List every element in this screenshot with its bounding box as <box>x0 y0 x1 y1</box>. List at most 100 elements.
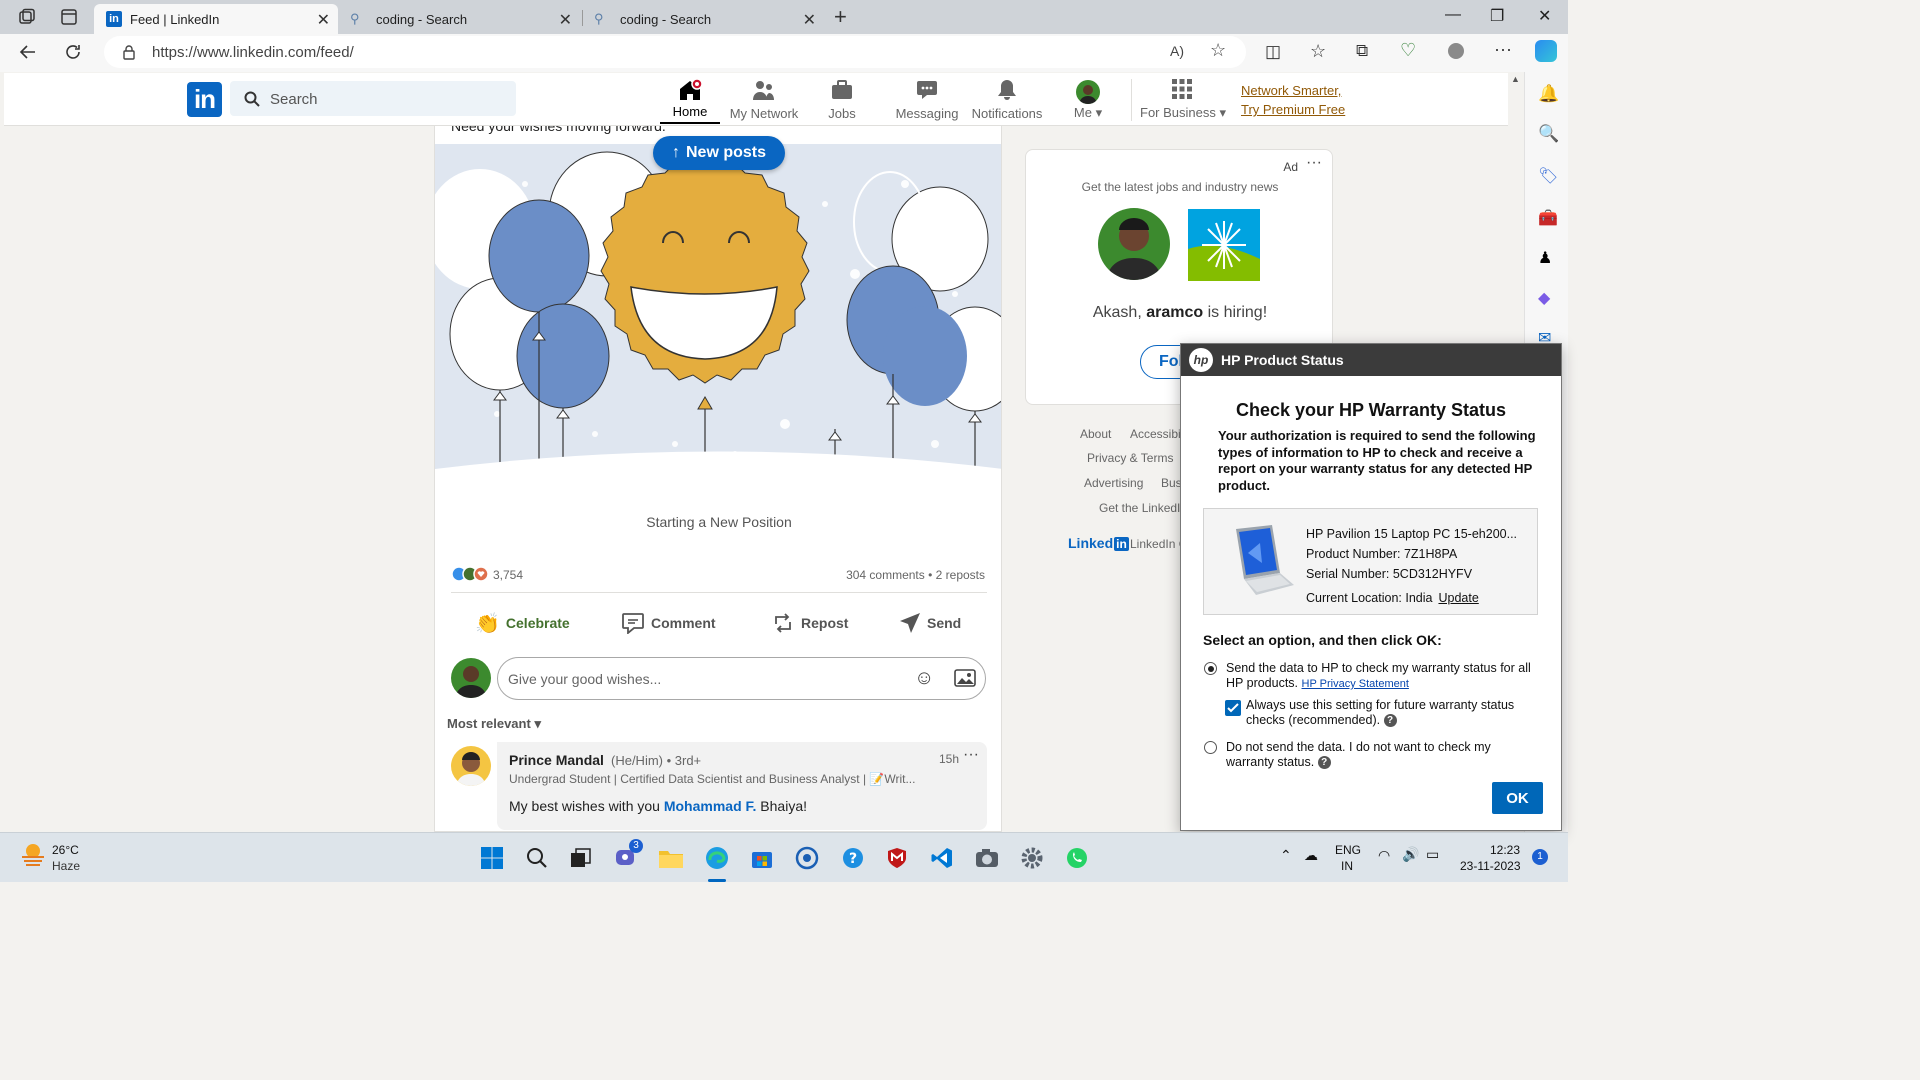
language-line-1[interactable]: ENG <box>1335 843 1361 857</box>
address-bar[interactable]: https://www.linkedin.com/feed/ A) ☆ <box>104 36 1246 68</box>
sort-comments-dropdown[interactable]: Most relevant ▾ <box>447 716 541 732</box>
file-explorer-icon[interactable] <box>656 843 686 873</box>
nav-my-network[interactable]: My Network <box>726 76 802 124</box>
refresh-icon[interactable] <box>63 42 83 62</box>
send-button[interactable]: Send <box>899 606 961 640</box>
back-icon[interactable] <box>18 42 38 62</box>
new-tab-icon[interactable]: + <box>834 4 847 30</box>
comment-repost-stats[interactable]: 304 comments • 2 reposts <box>846 568 985 582</box>
send-data-radio[interactable] <box>1204 662 1217 675</box>
vscode-icon[interactable] <box>927 843 957 873</box>
start-icon[interactable] <box>477 843 507 873</box>
collections-icon[interactable]: ⧉ <box>1356 41 1368 61</box>
read-aloud-icon[interactable]: A) <box>1170 43 1184 59</box>
notification-badge[interactable]: 1 <box>1532 849 1548 865</box>
new-posts-button[interactable]: ↑ New posts <box>653 136 785 170</box>
maximize-icon[interactable]: ❐ <box>1490 6 1504 26</box>
try-premium-link[interactable]: Network Smarter, Try Premium Free <box>1241 81 1345 119</box>
hp-support-icon[interactable] <box>792 843 822 873</box>
task-view-icon[interactable] <box>566 843 596 873</box>
search-icon[interactable]: 🔍 <box>1538 124 1559 144</box>
workspaces-icon[interactable] <box>18 8 36 26</box>
comment-input[interactable]: Give your good wishes... ☺ <box>497 657 986 700</box>
scroll-up-icon[interactable]: ▲ <box>1511 74 1520 84</box>
wifi-icon[interactable]: ◠ <box>1378 847 1390 864</box>
close-tab-icon[interactable]: ✕ <box>559 10 572 30</box>
chat-icon[interactable]: 3 <box>611 839 643 873</box>
nav-for-business[interactable]: For Business ▾ <box>1140 76 1226 124</box>
ok-button[interactable]: OK <box>1492 782 1543 814</box>
favorites-icon[interactable]: ☆ <box>1310 41 1326 62</box>
nav-messaging[interactable]: Messaging <box>892 76 962 124</box>
lock-icon[interactable] <box>122 44 136 60</box>
footer-privacy-link[interactable]: Privacy & Terms <box>1087 451 1173 465</box>
games-icon[interactable]: ♟ <box>1538 248 1552 268</box>
nav-home[interactable]: Home <box>660 76 720 124</box>
browser-essentials-icon[interactable]: ♡ <box>1400 40 1416 61</box>
microsoft-store-icon[interactable] <box>747 843 777 873</box>
onedrive-icon[interactable]: ☁ <box>1304 847 1318 864</box>
linkedin-logo[interactable]: in <box>187 82 222 117</box>
profile-icon[interactable] <box>1448 43 1464 59</box>
nav-jobs[interactable]: Jobs <box>816 76 868 124</box>
more-options-icon[interactable]: ··· <box>1306 154 1322 172</box>
volume-icon[interactable]: 🔊 <box>1402 846 1419 863</box>
favorite-star-icon[interactable]: ☆ <box>1210 40 1226 61</box>
close-window-icon[interactable]: ✕ <box>1538 6 1551 26</box>
comment-button[interactable]: Comment <box>621 606 716 640</box>
close-tab-icon[interactable]: ✕ <box>317 10 330 30</box>
avatar[interactable] <box>451 746 491 786</box>
celebrate-button[interactable]: 👏 Celebrate <box>475 606 570 640</box>
language-line-2[interactable]: IN <box>1341 859 1353 873</box>
nav-notifications[interactable]: Notifications <box>968 76 1046 124</box>
weather-widget[interactable]: 26°C Haze <box>20 841 80 873</box>
bell-icon[interactable]: 🔔 <box>1538 84 1559 104</box>
image-icon[interactable] <box>954 669 976 687</box>
tab-coding-search-1[interactable]: ⚲ coding - Search ✕ <box>340 4 580 34</box>
reaction-icons[interactable] <box>451 566 495 582</box>
always-use-checkbox[interactable] <box>1225 700 1241 716</box>
search-icon[interactable] <box>522 843 552 873</box>
help-icon[interactable]: ? <box>1383 714 1397 728</box>
do-not-send-option[interactable]: Do not send the data. I do not want to c… <box>1226 740 1516 770</box>
send-data-option[interactable]: Send the data to HP to check my warranty… <box>1226 661 1536 692</box>
copilot-icon[interactable] <box>1535 40 1557 62</box>
tab-coding-search-2[interactable]: ⚲ coding - Search ✕ <box>584 4 824 34</box>
reaction-count[interactable]: 3,754 <box>493 568 523 582</box>
tab-actions-icon[interactable] <box>60 8 78 26</box>
split-screen-icon[interactable]: ◫ <box>1265 42 1281 62</box>
shopping-tag-icon[interactable]: 🏷 <box>1538 166 1558 186</box>
battery-icon[interactable]: ▭ <box>1426 846 1439 863</box>
clock-date[interactable]: 23-11-2023 <box>1460 859 1521 873</box>
tools-icon[interactable]: 🧰 <box>1538 208 1558 228</box>
celebration-illustration[interactable] <box>435 144 1001 486</box>
help-icon[interactable]: ? <box>1317 756 1331 770</box>
do-not-send-radio[interactable] <box>1204 741 1217 754</box>
mcafee-icon[interactable] <box>882 843 912 873</box>
chevron-up-icon[interactable]: ⌃ <box>1280 847 1292 864</box>
camera-icon[interactable] <box>972 843 1002 873</box>
privacy-statement-link[interactable]: HP Privacy Statement <box>1302 678 1409 690</box>
emoji-icon[interactable]: ☺ <box>914 667 934 690</box>
linkedin-search-input[interactable]: Search <box>230 81 516 116</box>
commenter-name[interactable]: Prince Mandal <box>509 752 604 768</box>
dialog-titlebar[interactable]: hp HP Product Status <box>1181 344 1561 376</box>
more-options-icon[interactable]: ··· <box>1494 39 1512 60</box>
tab-linkedin-feed[interactable]: in Feed | LinkedIn ✕ <box>94 4 338 34</box>
nav-me[interactable]: Me ▾ <box>1064 76 1112 124</box>
clock-time[interactable]: 12:23 <box>1490 843 1520 857</box>
close-tab-icon[interactable]: ✕ <box>803 10 816 30</box>
repost-button[interactable]: Repost <box>771 606 848 640</box>
whatsapp-icon[interactable] <box>1062 843 1092 873</box>
mention-link[interactable]: Mohammad F. <box>664 798 757 814</box>
footer-about-link[interactable]: About <box>1080 427 1111 441</box>
settings-gear-icon[interactable] <box>1017 843 1047 873</box>
avatar[interactable] <box>451 658 491 698</box>
more-options-icon[interactable]: ··· <box>963 746 979 764</box>
footer-advertising-link[interactable]: Advertising <box>1084 476 1143 490</box>
update-location-link[interactable]: Update <box>1438 591 1478 605</box>
edge-icon[interactable] <box>702 843 732 873</box>
microsoft365-icon[interactable]: ◆ <box>1538 288 1550 308</box>
help-app-icon[interactable]: ? <box>838 843 868 873</box>
minimize-icon[interactable]: — <box>1445 6 1461 24</box>
